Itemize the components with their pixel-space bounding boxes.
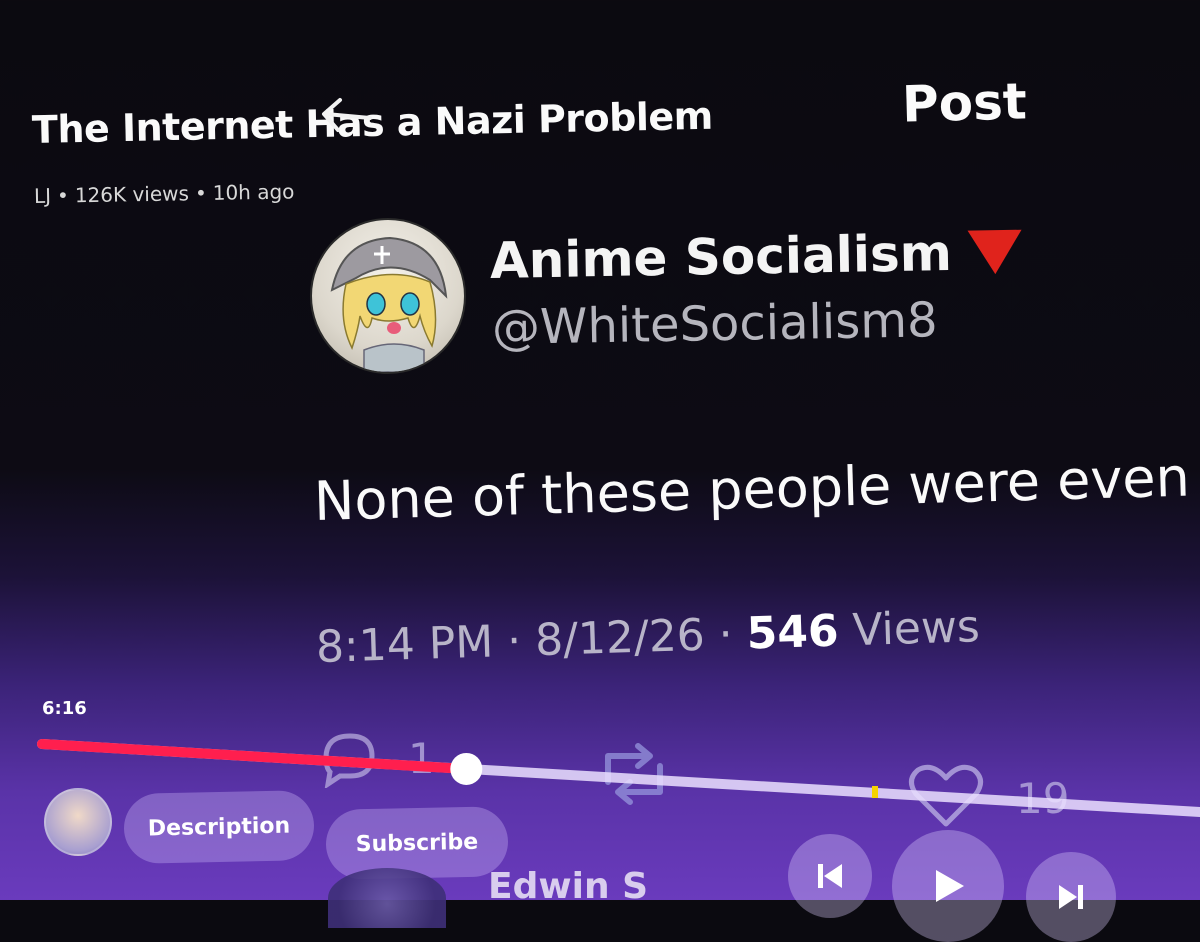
author-avatar[interactable] [310,218,466,374]
tweet-meta: 8:14 PM · 8/12/26 · 546 Views [315,601,981,673]
play-icon [936,870,964,902]
description-button[interactable]: Description [123,790,315,864]
next-button[interactable] [1026,852,1116,942]
current-time: 6:16 [42,698,87,719]
tweet-date: 8/12/26 [534,609,706,667]
anime-avatar-illustration [330,236,448,372]
tweet-view-count: 546 [745,605,840,660]
tweet-text: None of these people were even [313,445,1191,533]
next-icon [1059,885,1083,909]
previous-icon [818,864,842,888]
scrubber-handle [450,752,483,785]
channel-avatar[interactable] [44,788,112,856]
play-button[interactable] [892,830,1004,942]
arrow-left-icon[interactable] [318,96,374,136]
previous-button[interactable] [788,834,872,918]
post-page-title: Post [901,72,1028,134]
video-meta: LJ • 126K views • 10h ago [33,179,295,208]
up-next-title[interactable]: Edwin S [488,866,648,907]
progress-played [37,739,472,774]
red-triangle-icon [967,229,1023,275]
channel-name: LJ [33,183,52,208]
chapter-marker [872,786,878,798]
tweet-time: 8:14 PM [315,616,495,673]
tweet-views-label: Views [851,601,981,657]
upload-age: 10h ago [212,179,295,205]
view-count: 126K views [74,181,190,208]
up-next-thumbnail[interactable] [328,868,446,928]
author-handle[interactable]: @WhiteSocialism8 [492,292,938,356]
subscribe-button[interactable]: Subscribe [325,806,509,880]
author-name[interactable]: Anime Socialism [489,223,1023,290]
